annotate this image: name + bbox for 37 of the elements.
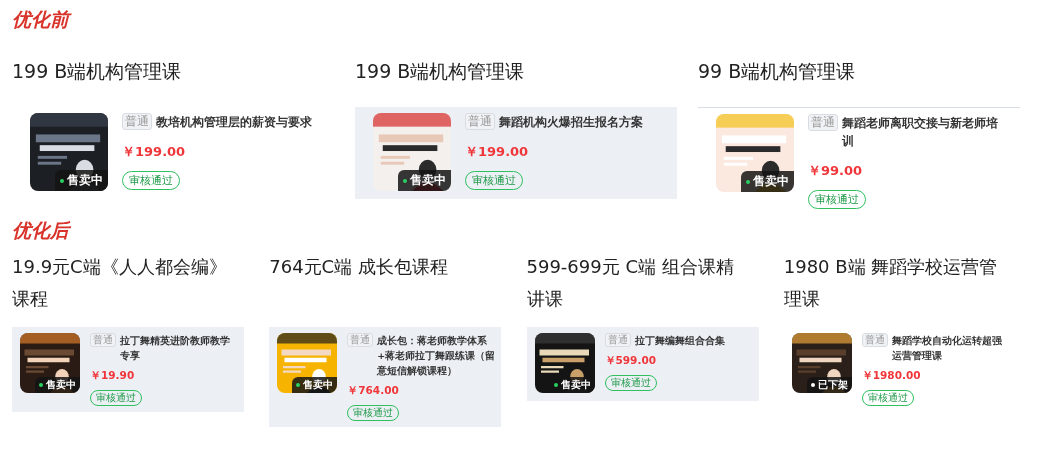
status-label: 售卖中 [303,378,334,392]
product-price: ￥99.00 [808,162,864,180]
course-title: 1980 B端 舞蹈学校运营管理课 [783,255,999,311]
course-title: 99 B端机构管理课 [698,59,857,84]
course-title: 764元C端 成长包课程 [269,255,449,279]
product-price: ￥1980.00 [861,369,922,383]
course-title: 199 B端机构管理课 [355,59,526,84]
product-price: ￥199.00 [122,143,187,161]
status-label: 售卖中 [46,378,76,392]
type-tag: 普通 [604,333,631,348]
type-tag: 普通 [465,113,495,130]
course-title: 599-699元 C端 组合课精讲课 [526,255,735,311]
type-tag: 普通 [90,333,116,348]
course-title: 199 B端机构管理课 [12,59,183,84]
product-name: 成长包：蒋老师教学体系+蒋老师拉丁舞跟练课（留意短信解锁课程） [377,334,496,378]
product-name: 教培机构管理层的薪资与要求 [156,114,313,131]
status-label: 已下架 [817,378,848,392]
product-price: ￥599.00 [604,354,658,368]
product-price: ￥764.00 [347,384,400,398]
product-price: ￥199.00 [465,143,530,161]
type-tag: 普通 [122,113,152,130]
status-label: 售卖中 [560,378,591,392]
product-name: 舞蹈机构火爆招生报名方案 [499,114,644,131]
course-title: 19.9元C端《人人都会编》课程 [12,255,228,311]
product-name: 拉丁舞精英进阶教师教学专享 [120,334,231,363]
product-name: 舞蹈学校自动化运转超强运营管理课 [891,334,1003,363]
section-heading: 优化前 [12,6,1041,32]
type-tag: 普通 [347,333,374,348]
type-tag: 普通 [861,333,888,348]
status-label: 售卖中 [410,172,446,189]
type-tag: 普通 [808,114,838,131]
status-label: 售卖中 [67,172,103,189]
product-price: ￥19.90 [90,369,136,383]
product-name: 舞蹈老师离职交接与新老师培训 [842,115,999,150]
product-name: 拉丁舞编舞组合合集 [634,334,726,348]
section-heading: 优化后 [12,218,72,243]
status-label: 售卖中 [753,173,789,190]
